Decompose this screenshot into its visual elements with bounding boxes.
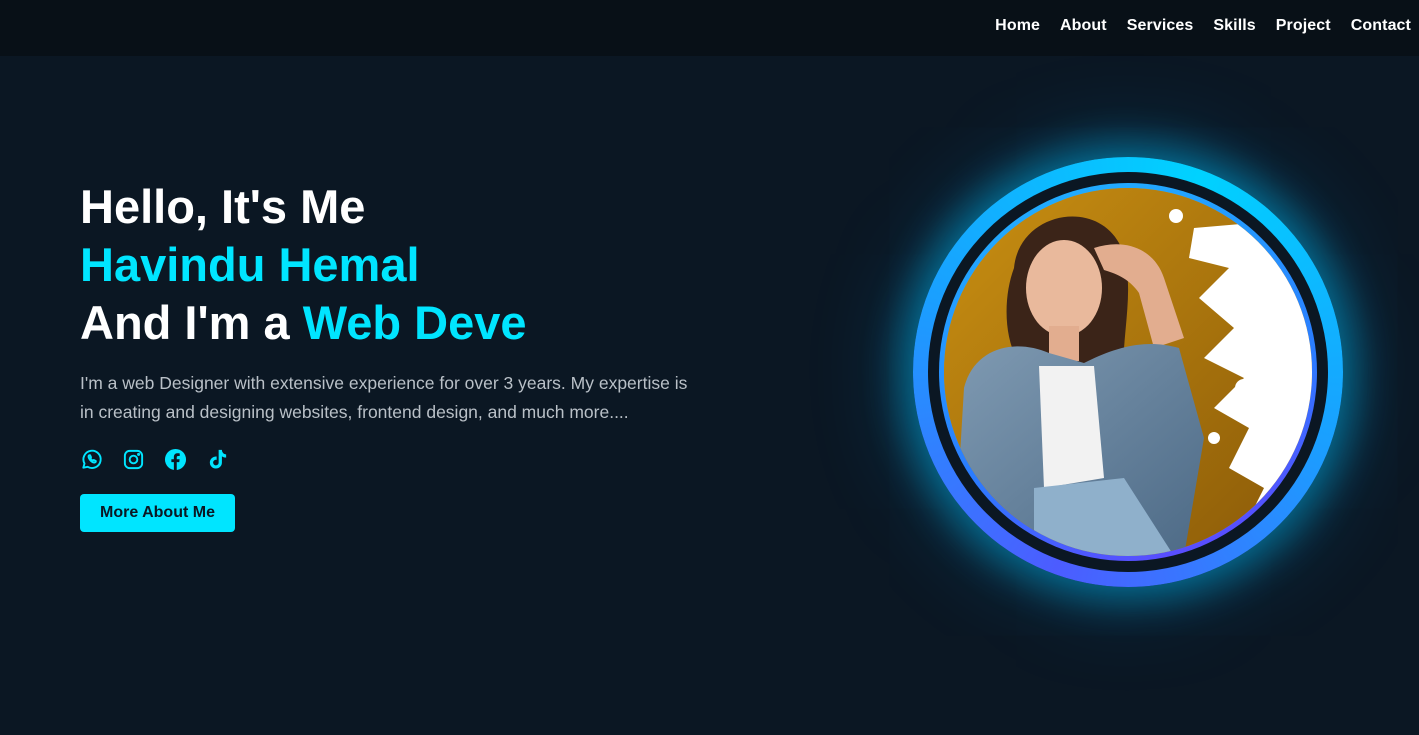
nav-link-contact[interactable]: Contact [1351, 17, 1411, 35]
hero-description: I'm a web Designer with extensive experi… [80, 373, 688, 422]
profile-photo [944, 188, 1312, 556]
nav-link-about[interactable]: About [1060, 17, 1107, 35]
nav-link-project[interactable]: Project [1276, 17, 1331, 35]
instagram-icon[interactable] [122, 448, 145, 471]
nav-link-home[interactable]: Home [995, 17, 1040, 35]
more-about-me-button[interactable]: More About Me [80, 494, 235, 532]
profile-photo-frame [913, 157, 1343, 587]
hero-section: Hello, It's Me Havindu Hemal And I'm a W… [80, 178, 700, 532]
navbar: Home About Services Skills Project Conta… [0, 0, 1419, 56]
nav-link-skills[interactable]: Skills [1213, 17, 1255, 35]
facebook-icon[interactable] [164, 448, 187, 471]
hero-role-typed: Web Deve [302, 296, 527, 349]
nav-links: Home About Services Skills Project Conta… [995, 17, 1411, 35]
nav-link-services[interactable]: Services [1127, 17, 1194, 35]
tiktok-icon[interactable] [206, 448, 229, 471]
hero-role-prefix: And I'm a [80, 296, 290, 349]
hero-name: Havindu Hemal [80, 238, 420, 291]
hero-greeting: Hello, It's Me [80, 180, 366, 233]
profile-photo-illustration [944, 188, 1312, 556]
hero-role: And I'm a Web Deve [80, 294, 700, 352]
whatsapp-icon[interactable] [80, 448, 103, 471]
social-links [80, 447, 700, 471]
